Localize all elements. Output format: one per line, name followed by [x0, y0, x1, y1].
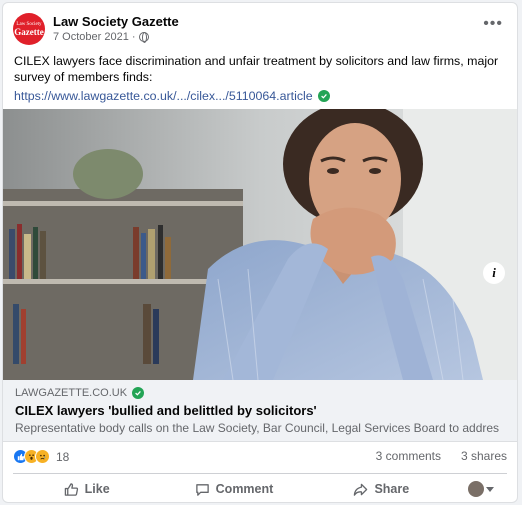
link-description: Representative body calls on the Law Soc… [15, 421, 499, 435]
share-button[interactable]: Share [308, 476, 455, 502]
verified-check-icon [317, 90, 330, 102]
verified-check-icon [132, 387, 145, 399]
post-link-row: https://www.lawgazette.co.uk/.../cilex..… [14, 89, 330, 103]
info-icon[interactable]: i [483, 262, 505, 284]
comment-button[interactable]: Comment [160, 476, 307, 502]
post-date[interactable]: 7 October 2021 [53, 31, 129, 43]
article-photo[interactable] [3, 109, 517, 380]
post-text: CILEX lawyers face discrimination and un… [14, 54, 499, 84]
comment-label: Comment [215, 482, 274, 496]
post-stats: 18 3 comments 3 shares [13, 449, 507, 467]
reaction-count: 18 [56, 449, 70, 464]
chevron-down-icon [485, 486, 494, 492]
like-button[interactable]: Like [13, 476, 160, 502]
post-meta: 7 October 2021 · [53, 31, 149, 43]
share-label: Share [374, 482, 410, 496]
thumbs-up-icon [64, 482, 78, 496]
comment-icon [195, 483, 209, 496]
actions-divider [13, 473, 507, 474]
link-preview[interactable]: LAWGAZETTE.CO.UK CILEX lawyers 'bullied … [3, 380, 517, 442]
globe-icon [138, 32, 149, 43]
link-domain: LAWGAZETTE.CO.UK [15, 387, 128, 399]
comments-count[interactable]: 3 comments [376, 449, 441, 463]
link-domain-row: LAWGAZETTE.CO.UK [15, 387, 145, 399]
profile-avatar [467, 481, 484, 497]
sad-reaction-icon [35, 449, 50, 464]
meta-separator: · [131, 31, 136, 43]
profile-switcher[interactable] [455, 481, 507, 497]
page-name[interactable]: Law Society Gazette [53, 14, 179, 29]
shares-count[interactable]: 3 shares [461, 449, 507, 463]
reactions-summary[interactable]: 18 [13, 449, 69, 464]
like-label: Like [84, 482, 110, 496]
share-icon [354, 483, 368, 496]
post-card: Law Society Gazette Law Society Gazette … [2, 2, 518, 503]
post-header: Law Society Gazette Law Society Gazette … [13, 13, 507, 47]
post-link[interactable]: https://www.lawgazette.co.uk/.../cilex..… [14, 89, 313, 103]
page-avatar[interactable]: Law Society Gazette [13, 13, 45, 45]
avatar-logo-big: Gazette [14, 26, 44, 37]
more-options-icon[interactable]: ••• [483, 15, 503, 33]
action-bar: Like Comment Share [13, 476, 507, 502]
link-title[interactable]: CILEX lawyers 'bullied and belittled by … [15, 403, 317, 418]
